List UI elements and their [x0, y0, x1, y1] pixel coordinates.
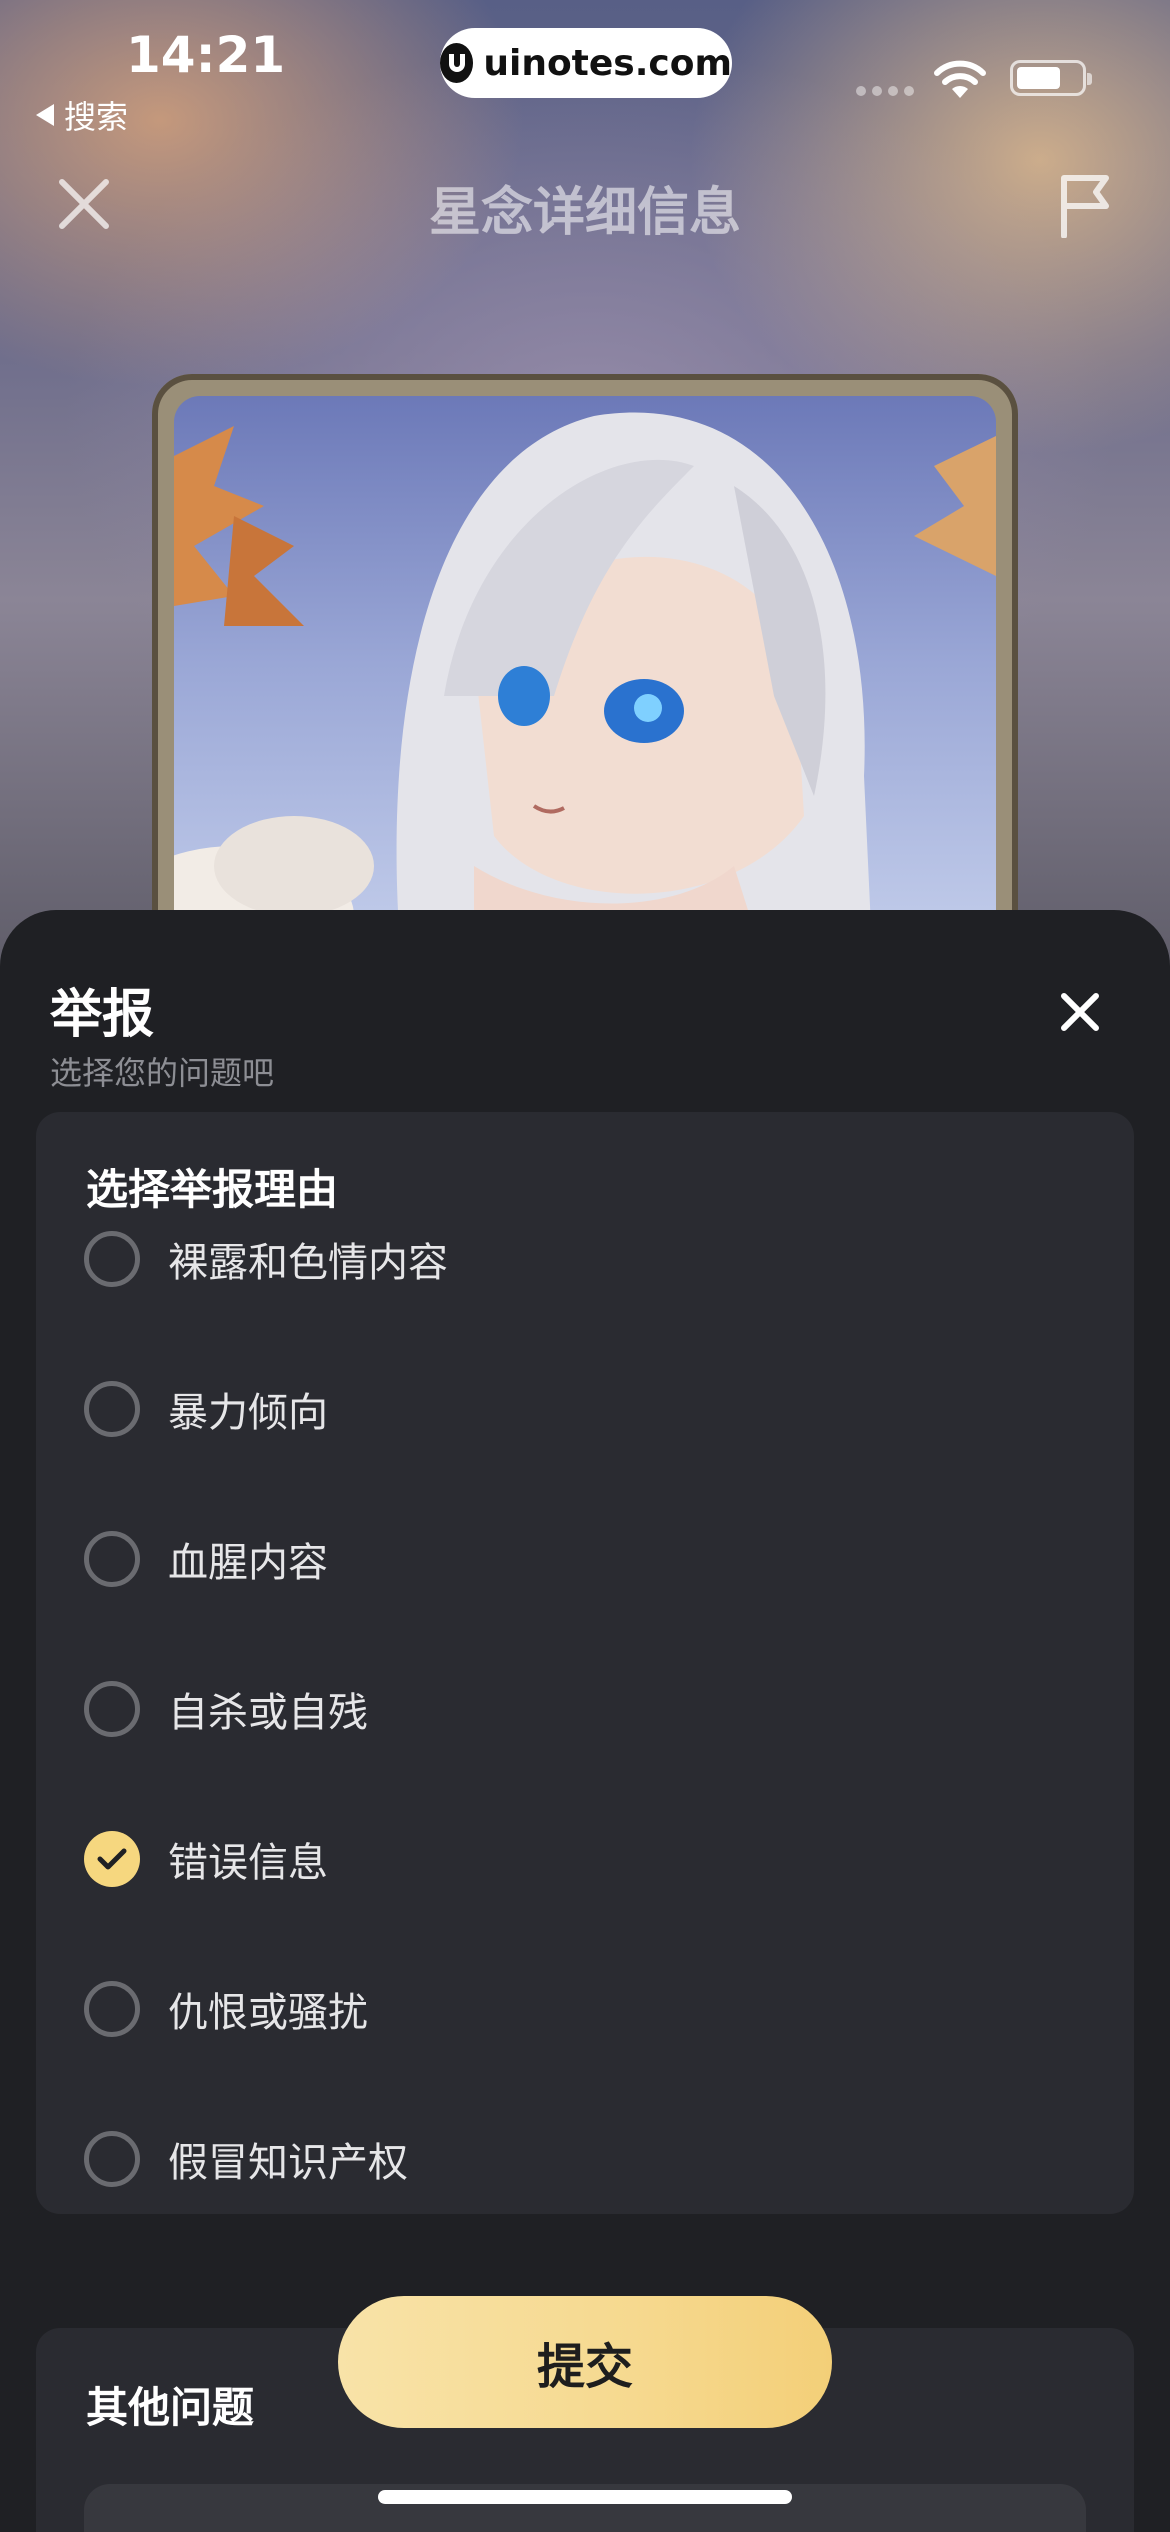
option-label: 仇恨或骚扰: [168, 1990, 368, 2036]
character-portrait: [174, 396, 996, 992]
flag-icon[interactable]: [1058, 172, 1114, 238]
wifi-icon: [934, 60, 986, 98]
checked-radio-icon[interactable]: [84, 1831, 140, 1887]
radio-icon[interactable]: [84, 1681, 140, 1737]
option-label: 错误信息: [168, 1840, 328, 1886]
sheet-subtitle: 选择您的问题吧: [50, 1054, 275, 1092]
other-issues-heading: 其他问题: [86, 2383, 255, 2432]
uinotes-logo-icon: [440, 43, 474, 83]
report-sheet: 举报 选择您的问题吧 选择举报理由 裸露和色情内容 暴力倾向 血腥内容 自杀或自…: [0, 910, 1170, 2532]
status-bar: 14:21 搜索 uinotes.com: [0, 0, 1170, 150]
back-to-app-link[interactable]: 搜索: [36, 92, 128, 138]
option-misinformation[interactable]: 错误信息: [84, 1814, 1084, 1904]
radio-icon[interactable]: [84, 2131, 140, 2187]
option-violence[interactable]: 暴力倾向: [84, 1364, 1084, 1454]
sheet-close-icon[interactable]: [1060, 992, 1100, 1032]
option-label: 暴力倾向: [168, 1390, 328, 1436]
radio-icon[interactable]: [84, 1981, 140, 2037]
option-gore[interactable]: 血腥内容: [84, 1514, 1084, 1604]
radio-icon[interactable]: [84, 1381, 140, 1437]
url-text: uinotes.com: [483, 42, 732, 84]
option-label: 血腥内容: [168, 1540, 328, 1586]
option-label: 自杀或自残: [168, 1690, 368, 1736]
option-label: 裸露和色情内容: [168, 1240, 448, 1286]
report-reasons-card: 选择举报理由 裸露和色情内容 暴力倾向 血腥内容 自杀或自残 错误信息 仇恨或骚…: [36, 1112, 1134, 2214]
home-indicator[interactable]: [378, 2490, 792, 2504]
battery-icon: [1010, 60, 1092, 96]
checkmark-icon: [97, 1848, 127, 1870]
signal-icon: [856, 86, 914, 96]
radio-icon[interactable]: [84, 1531, 140, 1587]
back-triangle-icon: [36, 104, 54, 126]
option-self-harm[interactable]: 自杀或自残: [84, 1664, 1084, 1754]
radio-icon[interactable]: [84, 1231, 140, 1287]
reasons-heading: 选择举报理由: [86, 1165, 339, 1214]
url-watermark: uinotes.com: [440, 28, 732, 98]
page-title: 星念详细信息: [428, 183, 741, 243]
submit-button[interactable]: 提交: [338, 2296, 832, 2428]
option-ip-infringement[interactable]: 假冒知识产权: [84, 2114, 1084, 2204]
option-label: 假冒知识产权: [168, 2140, 408, 2186]
option-nudity[interactable]: 裸露和色情内容: [84, 1214, 1084, 1304]
status-time: 14:21: [126, 26, 286, 84]
back-app-label: 搜索: [64, 98, 129, 136]
sheet-title: 举报: [50, 985, 155, 1045]
option-harassment[interactable]: 仇恨或骚扰: [84, 1964, 1084, 2054]
